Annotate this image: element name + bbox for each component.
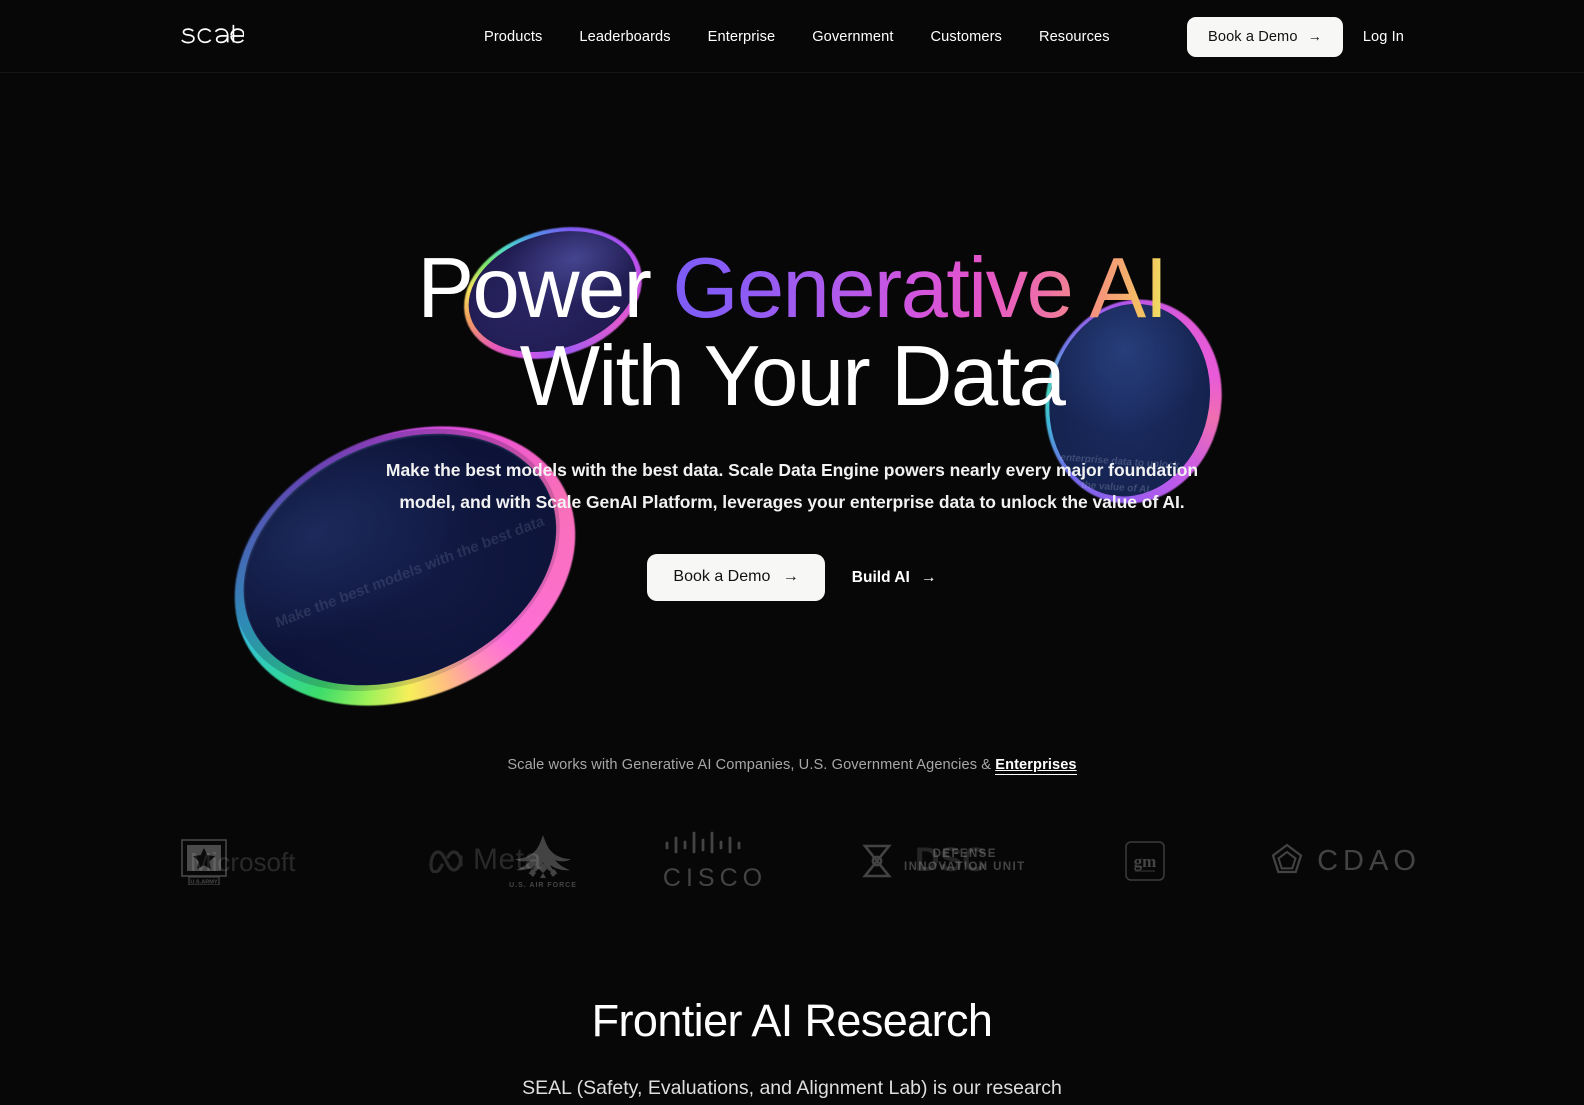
- frontier-heading: Frontier AI Research: [591, 995, 993, 1046]
- hero-build-ai-label: Build AI: [851, 568, 910, 586]
- hero-subtitle: Make the best models with the best data.…: [385, 460, 1199, 512]
- nav-link-products[interactable]: Products: [484, 29, 542, 45]
- partner-logo-strip: Microsoft U.S.ARMY Meta U.S. AIR FORCE C…: [0, 825, 1584, 897]
- partner-logo-slot-2: Meta U.S. AIR FORCE: [410, 825, 640, 897]
- scale-logo[interactable]: [181, 22, 244, 48]
- svg-text:U.S.ARMY: U.S.ARMY: [190, 879, 218, 885]
- partners-caption-text: Scale works with Generative AI Companies…: [507, 757, 996, 773]
- hero-book-a-demo-button[interactable]: Book a Demo →: [647, 554, 825, 601]
- us-air-force-logo-icon: U.S. AIR FORCE: [501, 831, 585, 889]
- cdao-logo-icon: CDAO: [1269, 842, 1421, 880]
- partners-section: Scale works with Generative AI Companies…: [0, 693, 1584, 897]
- partners-enterprises-link[interactable]: Enterprises: [995, 757, 1077, 775]
- partner-logo-slot-1: Microsoft U.S.ARMY: [150, 825, 370, 897]
- defense-innovation-unit-logo-icon: DEFENSE INNOVATION UNIT: [860, 843, 1026, 879]
- scale-wordmark-icon: [181, 24, 244, 44]
- svg-text:U.S. AIR FORCE: U.S. AIR FORCE: [509, 882, 577, 889]
- partner-logo-slot-4: DSC DEFENSE INNOVATION UNIT: [845, 825, 1075, 897]
- nav-link-resources[interactable]: Resources: [1039, 29, 1110, 45]
- nav-actions: Book a Demo → Log In: [1187, 0, 1404, 73]
- partner-logo-slot-6: CDAO: [1255, 825, 1435, 897]
- partner-logo-slot-3: CISCO: [625, 825, 805, 897]
- arrow-right-icon: →: [782, 568, 799, 585]
- nav-book-a-demo-label: Book a Demo: [1208, 28, 1298, 45]
- nav-link-government[interactable]: Government: [812, 29, 893, 45]
- hero-content: Power Generative AI With Your Data Make …: [0, 73, 1584, 601]
- nav-links: Products Leaderboards Enterprise Governm…: [484, 0, 1110, 73]
- us-army-logo-icon: U.S.ARMY: [181, 839, 227, 885]
- hero-heading-plain: Power: [417, 241, 673, 336]
- hero-cta-group: Book a Demo → Build AI →: [0, 554, 1584, 601]
- hero-heading-gradient: Generative AI: [672, 241, 1168, 336]
- frontier-body-text: SEAL (Safety, Evaluations, and Alignment…: [522, 1077, 1062, 1099]
- nav-link-customers[interactable]: Customers: [931, 29, 1002, 45]
- arrow-right-icon: →: [921, 568, 937, 586]
- hero-heading-line-2: With Your Data: [519, 329, 1066, 424]
- hero-book-a-demo-label: Book a Demo: [673, 568, 771, 585]
- nav-link-leaderboards[interactable]: Leaderboards: [579, 29, 670, 45]
- page-title: Power Generative AI With Your Data: [0, 245, 1584, 421]
- arrow-right-icon: →: [1307, 27, 1322, 44]
- hero-build-ai-button[interactable]: Build AI →: [852, 569, 937, 587]
- nav-link-enterprise[interactable]: Enterprise: [708, 29, 776, 45]
- partner-logo-slot-5: gm: [1090, 825, 1200, 897]
- top-navigation-bar: Products Leaderboards Enterprise Governm…: [0, 0, 1584, 73]
- nav-log-in-link[interactable]: Log In: [1363, 29, 1404, 45]
- hero-heading-line-1: Power Generative AI: [417, 241, 1168, 336]
- hero-section: Make the best models with the best data …: [0, 73, 1584, 758]
- partners-caption: Scale works with Generative AI Companies…: [0, 757, 1584, 775]
- gm-logo-icon: gm: [1125, 841, 1165, 881]
- svg-text:gm: gm: [1134, 852, 1157, 871]
- nav-book-a-demo-button[interactable]: Book a Demo →: [1187, 16, 1343, 57]
- frontier-ai-research-section: Frontier AI Research SEAL (Safety, Evalu…: [0, 897, 1584, 1105]
- cisco-logo-icon: CISCO: [662, 831, 768, 892]
